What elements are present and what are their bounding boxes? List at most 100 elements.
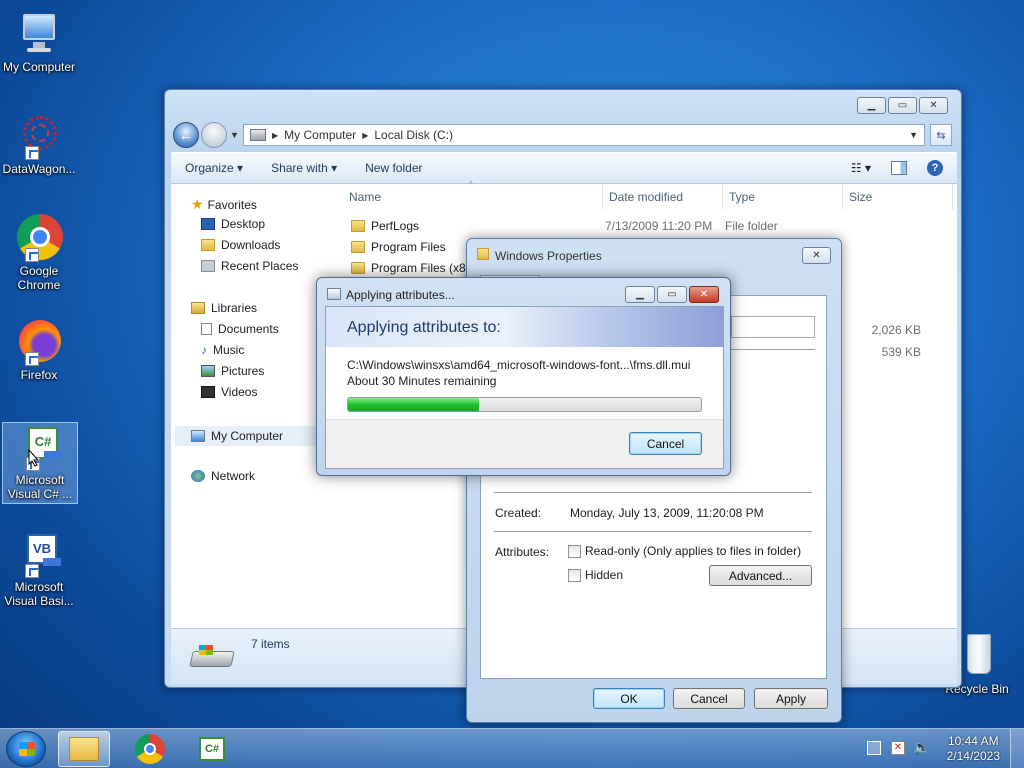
desktop-icon-label: Microsoft Visual C# ... [7, 473, 73, 501]
address-bar[interactable]: ▶ My Computer ▶ Local Disk (C:) ▼ [243, 124, 925, 146]
desktop-icon-my-computer[interactable]: My Computer [0, 10, 78, 74]
recent-pages-chevron-icon[interactable]: ▼ [230, 130, 239, 140]
new-folder-button[interactable]: New folder [351, 161, 436, 175]
desktop-icon-visual-csharp[interactable]: C# Microsoft Visual C# ... [2, 422, 78, 504]
show-desktop-button[interactable] [1010, 729, 1024, 768]
network-icon [191, 470, 205, 482]
maximize-button[interactable]: ▭ [888, 97, 917, 114]
nav-documents[interactable]: Documents [201, 322, 279, 336]
file-name: Program Files (x86 [371, 261, 473, 275]
attributes-label: Attributes: [495, 545, 550, 559]
taskbar-chrome-button[interactable] [124, 731, 176, 767]
taskbar-explorer-button[interactable] [58, 731, 110, 767]
column-header-size[interactable]: Size [843, 184, 953, 210]
nav-desktop[interactable]: Desktop [201, 217, 265, 231]
close-button[interactable]: ✕ [919, 97, 948, 114]
breadcrumb-my-computer[interactable]: My Computer [284, 128, 356, 142]
apply-button[interactable]: Apply [754, 688, 828, 709]
nav-favorites[interactable]: ★ Favorites [191, 196, 257, 213]
volume-icon[interactable]: 🔈 [913, 739, 930, 756]
advanced-button[interactable]: Advanced... [709, 565, 812, 586]
minimize-button[interactable]: ▁ [857, 97, 886, 114]
taskbar-visual-csharp-button[interactable]: C# [186, 731, 238, 767]
column-header-name[interactable]: Name [343, 184, 603, 210]
file-name: Program Files [371, 240, 446, 254]
cancel-button[interactable]: Cancel [629, 432, 702, 455]
refresh-button[interactable]: ⇆ [930, 124, 952, 146]
desktop-icon-google-chrome[interactable]: Google Chrome [0, 214, 78, 292]
progress-bar-fill [348, 398, 479, 411]
desktop-icon-visual-basic[interactable]: VB Microsoft Visual Basi... [0, 530, 78, 608]
desktop-icon-firefox[interactable]: Firefox [0, 318, 78, 382]
forward-button[interactable] [201, 122, 227, 148]
file-row[interactable]: Program Files [351, 237, 446, 257]
sort-ascending-icon: ^ [469, 180, 473, 189]
pictures-icon [201, 365, 215, 377]
nav-recent-places[interactable]: Recent Places [201, 259, 298, 273]
nav-music[interactable]: ♪ Music [201, 343, 244, 357]
address-dropdown-icon[interactable]: ▼ [909, 130, 918, 140]
progress-dialog[interactable]: Applying attributes... ▁ ▭ ✕ Applying at… [316, 277, 731, 476]
back-button[interactable]: ← [173, 122, 199, 148]
breadcrumb-local-disk[interactable]: Local Disk (C:) [374, 128, 453, 142]
clock[interactable]: 10:44 AM 2/14/2023 [947, 734, 1000, 764]
help-icon[interactable]: ? [927, 160, 943, 176]
breadcrumb-separator-icon: ▶ [362, 130, 369, 140]
change-view-icon[interactable]: ☷ ▾ [851, 161, 871, 175]
column-header-type[interactable]: Type [723, 184, 843, 210]
item-count: 7 items [251, 637, 290, 651]
folder-icon [477, 248, 489, 260]
file-row[interactable]: PerfLogs 7/13/2009 11:20 PM File folder [351, 216, 778, 236]
nav-network[interactable]: Network [191, 469, 255, 483]
visual-basic-icon: VB [15, 530, 63, 578]
nav-pictures[interactable]: Pictures [201, 364, 264, 378]
file-size: 539 KB [881, 345, 921, 359]
window-controls: ▁ ▭ ✕ [625, 286, 719, 303]
preview-pane-icon[interactable] [891, 161, 907, 175]
hidden-checkbox[interactable]: Hidden [568, 568, 623, 582]
readonly-checkbox[interactable]: Read-only (Only applies to files in fold… [568, 544, 801, 558]
nav-videos[interactable]: Videos [201, 385, 257, 399]
ok-button[interactable]: OK [593, 688, 665, 709]
close-button[interactable]: ✕ [689, 286, 719, 303]
nav-my-computer[interactable]: My Computer [175, 426, 319, 446]
network-tray-icon[interactable] [867, 741, 881, 755]
clock-date: 2/14/2023 [946, 749, 1000, 763]
organize-button[interactable]: Organize ▾ [171, 161, 257, 175]
folder-icon [351, 241, 365, 253]
desktop-icon-label: DataWagon... [2, 162, 76, 176]
action-center-flag-icon[interactable]: ✕ [891, 741, 905, 755]
explorer-icon [69, 737, 99, 761]
start-button[interactable] [6, 731, 46, 767]
desktop-icon-label: Microsoft Visual Basi... [4, 580, 74, 608]
chrome-icon [15, 214, 63, 262]
music-icon: ♪ [201, 343, 207, 357]
share-with-button[interactable]: Share with ▾ [257, 161, 351, 175]
nav-downloads[interactable]: Downloads [201, 238, 280, 252]
chrome-icon [135, 734, 165, 764]
desktop-icon-datawagon[interactable]: DataWagon... [0, 112, 78, 176]
current-file-path: C:\Windows\winsxs\amd64_microsoft-window… [347, 358, 691, 372]
separator [731, 349, 815, 350]
progress-content: Applying attributes to: C:\Windows\winsx… [325, 306, 724, 469]
maximize-button[interactable]: ▭ [657, 286, 687, 303]
close-button[interactable]: ✕ [802, 247, 831, 264]
nav-libraries[interactable]: Libraries [191, 301, 257, 315]
created-label: Created: [495, 506, 542, 520]
recent-places-icon [201, 260, 215, 272]
cancel-button[interactable]: Cancel [673, 688, 745, 709]
progress-heading: Applying attributes to: [347, 319, 501, 336]
shortcut-arrow-icon [25, 564, 39, 578]
star-icon: ★ [191, 196, 204, 212]
file-row[interactable]: Program Files (x86 [351, 258, 472, 278]
minimize-button[interactable]: ▁ [625, 286, 655, 303]
created-value: Monday, July 13, 2009, 11:20:08 PM [570, 506, 764, 520]
file-type: File folder [725, 219, 778, 233]
file-size: 2,026 KB [871, 323, 921, 337]
column-header-date-modified[interactable]: Date modified [603, 184, 723, 210]
name-field[interactable] [731, 316, 815, 338]
documents-icon [201, 323, 212, 335]
visual-csharp-icon: C# [16, 423, 64, 471]
shortcut-arrow-icon [25, 248, 39, 262]
folder-icon [351, 220, 365, 232]
